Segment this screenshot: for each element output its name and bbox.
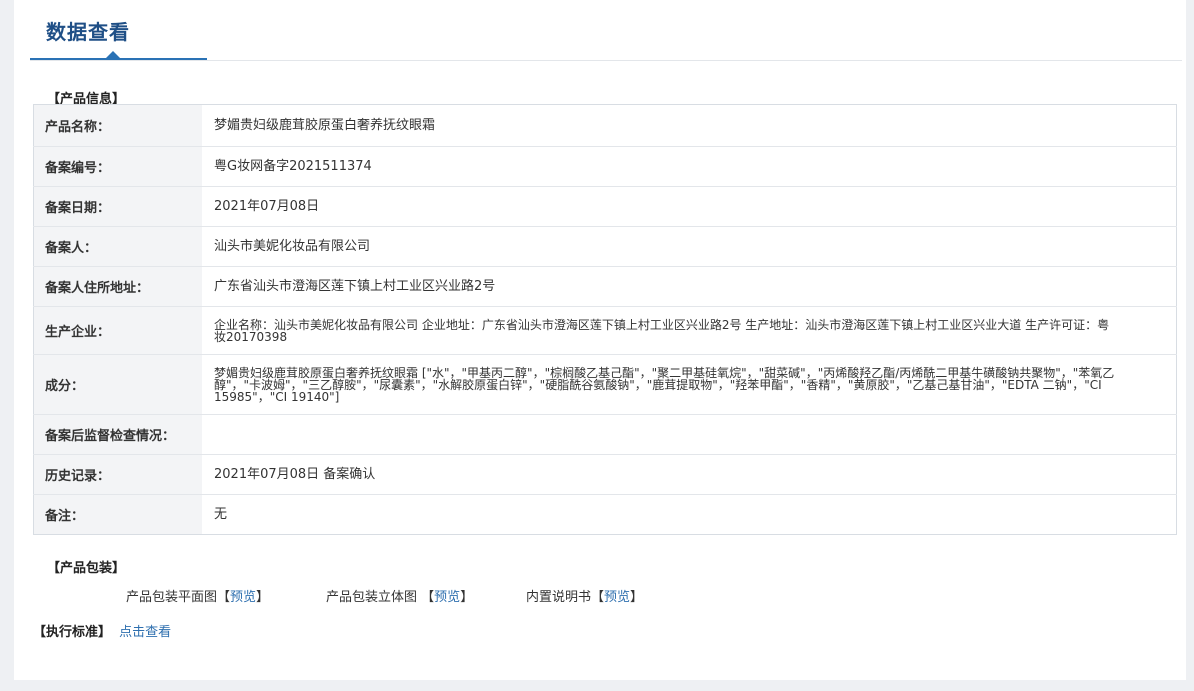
table-row: 备案人住所地址： 广东省汕头市澄海区莲下镇上村工业区兴业路2号 [33,266,1177,307]
bracket-open: 【 [421,590,435,605]
row-label: 备案后监督检查情况： [33,414,202,455]
packaging-3d-label: 产品包装立体图 [326,590,418,605]
row-value: 2021年07月08日 备案确认 [202,454,1177,495]
packaging-flat-item: 产品包装平面图【预览】 [126,586,269,605]
row-value: 无 [202,494,1177,535]
table-row: 成分： 梦媚贵妇级鹿茸胶原蛋白奢养抚纹眼霜 ["水"，"甲基丙二醇"，"棕榈酸乙… [33,354,1177,415]
row-label: 备案人住所地址： [33,266,202,307]
row-label: 生产企业： [33,306,202,355]
row-value: 粤G妆网备字2021511374 [202,146,1177,187]
packaging-3d-item: 产品包装立体图 【预览】 [326,586,473,605]
bracket-close: 】 [630,590,644,605]
row-label: 成分： [33,354,202,415]
row-label: 备案人： [33,226,202,267]
bracket-open: 【 [217,590,231,605]
packaging-heading: 【产品包装】 [47,561,126,576]
packaging-flat-preview-link[interactable]: 预览 [230,590,256,605]
row-value: 企业名称：汕头市美妮化妆品有限公司 企业地址：广东省汕头市澄海区莲下镇上村工业区… [202,306,1177,355]
row-label: 备案日期： [33,186,202,227]
row-value [202,414,1177,455]
manual-preview-link[interactable]: 预览 [604,590,630,605]
row-value: 梦媚贵妇级鹿茸胶原蛋白奢养抚纹眼霜 [214,117,436,133]
bracket-close: 】 [256,590,270,605]
manual-label: 内置说明书 [526,590,592,605]
tab-data-view[interactable]: 数据查看 [46,16,130,45]
tab-bar [30,0,1182,61]
bracket-open: 【 [591,590,605,605]
row-value: 广东省汕头市澄海区莲下镇上村工业区兴业路2号 [202,266,1177,307]
table-row: 备案日期： 2021年07月08日 [33,186,1177,227]
table-row: 备注： 无 [33,494,1177,535]
row-value: 汕头市美妮化妆品有限公司 [202,226,1177,267]
table-row: 历史记录： 2021年07月08日 备案确认 [33,454,1177,495]
row-label: 备注： [33,494,202,535]
table-row: 生产企业： 企业名称：汕头市美妮化妆品有限公司 企业地址：广东省汕头市澄海区莲下… [33,306,1177,355]
table-row: 备案编号： 粤G妆网备字2021511374 [33,146,1177,187]
row-value: 梦媚贵妇级鹿茸胶原蛋白奢养抚纹眼霜 ["水"，"甲基丙二醇"，"棕榈酸乙基己酯"… [202,354,1177,415]
bracket-close: 】 [460,590,474,605]
packaging-3d-preview-link[interactable]: 预览 [434,590,460,605]
standard-row: 【执行标准】 点击查看 [33,621,171,640]
row-label: 备案编号： [33,146,202,187]
table-row: 产品名称： 梦媚贵妇级鹿茸胶原蛋白奢养抚纹眼霜 [33,104,1177,147]
caret-up-icon [106,51,120,58]
packaging-flat-label: 产品包装平面图 [126,590,218,605]
product-info-table: 产品名称： 梦媚贵妇级鹿茸胶原蛋白奢养抚纹眼霜 备案编号： 粤G妆网备字2021… [33,104,1177,535]
row-label: 产品名称： [33,104,202,147]
table-row: 备案后监督检查情况： [33,414,1177,455]
row-label: 历史记录： [33,454,202,495]
standard-view-link[interactable]: 点击查看 [119,625,171,640]
manual-item: 内置说明书【预览】 [526,586,643,605]
table-row: 备案人： 汕头市美妮化妆品有限公司 [33,226,1177,267]
row-value: 2021年07月08日 [202,186,1177,227]
active-tab-underline [30,58,207,60]
standard-heading: 【执行标准】 [33,625,112,640]
